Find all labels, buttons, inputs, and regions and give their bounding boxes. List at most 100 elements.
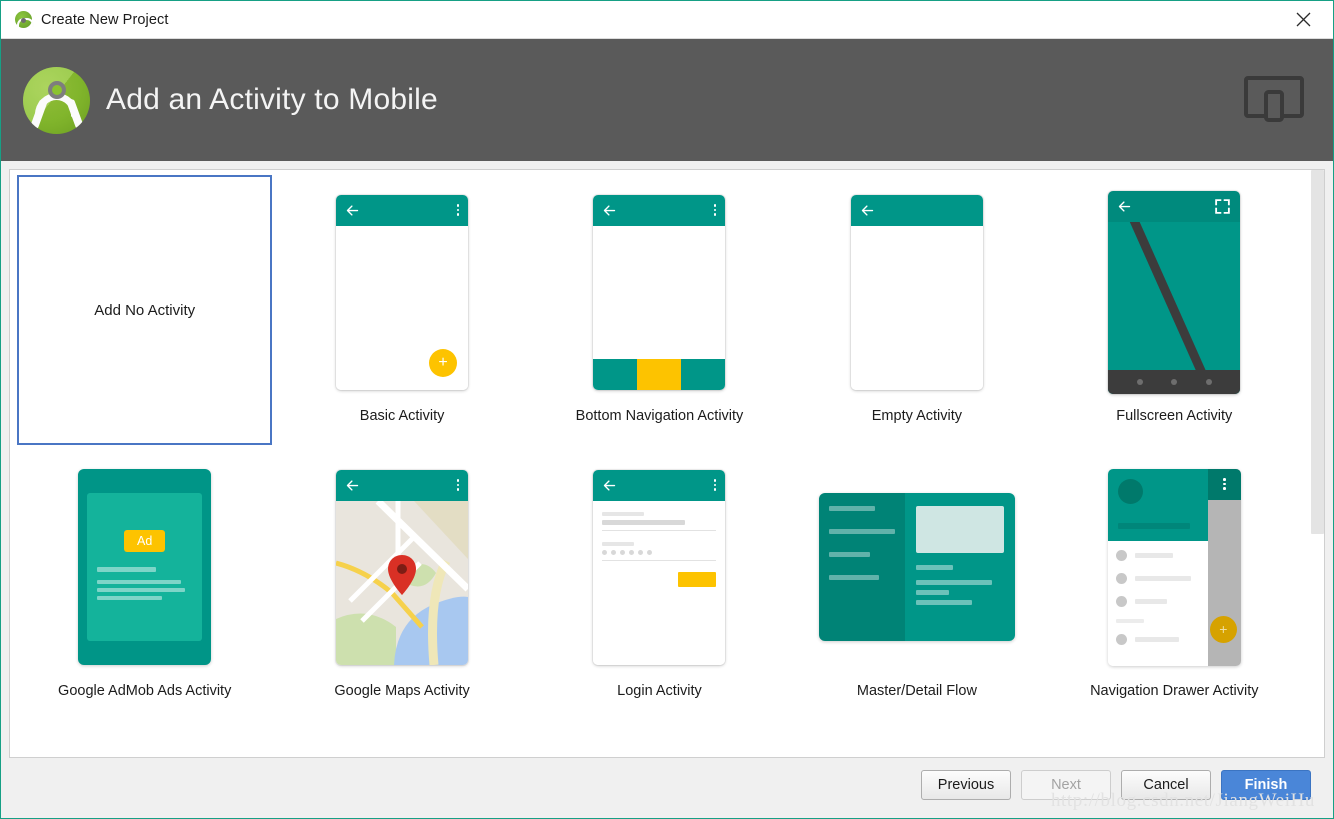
template-label: Fullscreen Activity [1116,408,1233,424]
gallery-scroll-area: Add No Activity + Basic Activity Bottom … [10,170,1309,757]
avatar [1117,478,1143,504]
activity-template-gallery[interactable]: Add No Activity + Basic Activity Bottom … [9,169,1325,758]
phone-frame [1108,190,1241,394]
dialog-footer: http://blog.csdn.net/JiangWeiHu Previous… [1,758,1333,818]
template-item-bottom-navigation-activity[interactable]: Bottom Navigation Activity [531,170,788,445]
title-bar: Create New Project [1,1,1333,39]
drawer-header [1107,468,1208,541]
template-item-master-detail-flow[interactable]: Master/Detail Flow [788,445,1045,720]
list-item [1115,595,1200,607]
phone-content [593,225,726,359]
drawer-scrim: + [1207,468,1241,666]
overflow-menu-icon [1222,478,1226,490]
navigation-drawer-activity-thumbnail: + [1046,453,1303,681]
fullscreen-expand-icon [1215,198,1231,214]
admob-frame: Ad [78,469,212,665]
previous-button[interactable]: Previous [921,770,1011,800]
account-name-placeholder [1117,522,1190,529]
template-item-fullscreen-activity[interactable]: Fullscreen Activity [1046,170,1303,445]
phone-frame [850,194,983,390]
template-label: Google AdMob Ads Activity [58,683,232,699]
window-title: Create New Project [41,11,169,28]
password-field-underline [602,559,717,561]
detail-pane [904,493,1015,641]
app-bar [850,194,983,226]
password-field-label [602,541,635,546]
admob-content: Ad [87,493,203,641]
email-field-underline [602,529,717,531]
admob-activity-thumbnail: Ad [16,453,273,681]
template-label: Add No Activity [94,301,196,319]
template-label: Login Activity [617,683,702,699]
app-bar [336,194,469,226]
template-label: Basic Activity [359,408,445,424]
back-arrow-icon [346,479,359,491]
template-item-login-activity[interactable]: Login Activity [531,445,788,720]
android-studio-icon [15,11,34,28]
finish-button[interactable]: Finish [1221,770,1311,800]
template-item-add-no-activity[interactable]: Add No Activity [16,170,273,445]
next-button[interactable]: Next [1021,770,1111,800]
drawer-divider [1115,618,1144,623]
app-bar [1108,190,1241,222]
template-item-google-admob-ads-activity[interactable]: Ad Google AdMob Ads Activity [16,445,273,720]
dialog-header: Add an Activity to Mobile [1,39,1333,161]
template-label: Navigation Drawer Activity [1090,683,1259,699]
page-title: Add an Activity to Mobile [106,83,438,116]
template-item-navigation-drawer-activity[interactable]: + Navigation Drawer Activity [1046,445,1303,720]
navdrawer-frame: + [1107,468,1241,666]
overflow-menu-icon [456,204,460,216]
template-item-empty-activity[interactable]: Empty Activity [788,170,1045,445]
mobile-device-icon [1243,74,1305,127]
app-bar [593,194,726,226]
close-icon[interactable] [1283,4,1323,36]
template-item-google-maps-activity[interactable]: Google Maps Activity [273,445,530,720]
phone-frame [593,469,726,665]
back-arrow-icon [1119,200,1131,212]
list-item [1115,549,1200,561]
master-detail-flow-thumbnail [788,453,1045,681]
overflow-menu-icon [713,479,717,491]
map-canvas [336,500,469,665]
list-item [1115,572,1200,584]
template-item-basic-activity[interactable]: + Basic Activity [273,170,530,445]
phone-content [850,225,983,390]
back-arrow-icon [861,204,874,216]
password-field-value [602,549,716,555]
android-studio-logo [23,66,90,134]
template-label: Master/Detail Flow [856,683,977,699]
app-bar [593,469,726,501]
overflow-menu-icon [456,479,460,491]
maps-activity-thumbnail [273,453,530,681]
phone-content: + [336,225,469,390]
fullscreen-content [1108,221,1241,394]
tablet-frame [818,493,1015,641]
phone-frame [336,469,469,665]
floating-action-button-icon: + [429,348,458,377]
scrollbar-thumb[interactable] [1311,170,1324,534]
template-label: Bottom Navigation Activity [575,408,744,424]
template-grid: Add No Activity + Basic Activity Bottom … [10,170,1309,720]
login-form [593,500,726,665]
basic-activity-thumbnail: + [273,178,530,406]
sign-in-button-shape [678,571,717,587]
bottom-navigation-bar [593,358,726,390]
phone-frame: + [336,194,469,390]
master-list-pane [818,493,905,641]
login-activity-thumbnail [531,453,788,681]
back-arrow-icon [604,479,616,491]
list-item [1115,633,1200,645]
cancel-button[interactable]: Cancel [1121,770,1211,800]
no-activity-card[interactable]: Add No Activity [17,175,273,445]
gallery-scrollbar[interactable] [1309,170,1324,757]
email-field-label [602,511,644,516]
template-label: Empty Activity [871,408,963,424]
phone-frame [593,194,726,390]
create-new-project-dialog: Create New Project Add an Activity to Mo… [0,0,1334,819]
template-label: Google Maps Activity [334,683,470,699]
drawer-menu-list [1107,540,1208,666]
detail-hero-image [915,506,1004,553]
navigation-drawer-panel [1107,468,1208,666]
email-field-value [602,519,685,525]
system-navigation-bar [1108,369,1241,394]
